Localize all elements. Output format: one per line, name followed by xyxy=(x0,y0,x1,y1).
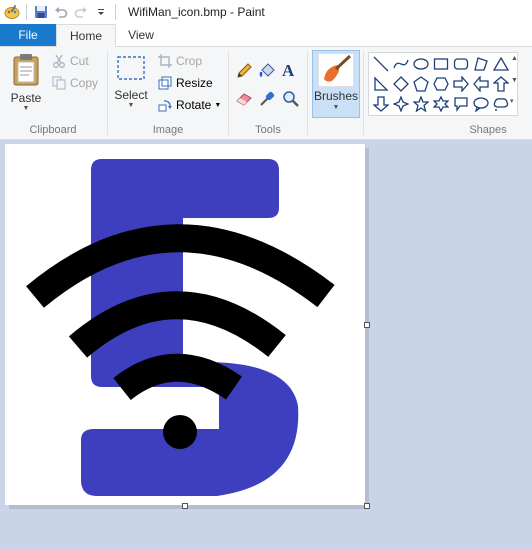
copy-button[interactable]: Copy xyxy=(52,76,98,90)
tab-home[interactable]: Home xyxy=(56,24,116,47)
rounded-callout-shape-icon[interactable] xyxy=(451,94,470,113)
brushes-label: Brushes xyxy=(313,89,359,103)
gallery-expand-icon[interactable]: ▾ xyxy=(510,97,514,105)
redo-icon[interactable] xyxy=(71,2,91,22)
select-label: Select xyxy=(114,88,148,102)
resize-handle-bottom[interactable] xyxy=(182,503,188,509)
ribbon: Paste ▼ Cut Copy Clipboard Select ▼ Crop… xyxy=(0,47,532,140)
gallery-scroll-up-icon[interactable]: ▲ xyxy=(511,55,518,62)
canvas-area[interactable] xyxy=(0,140,532,550)
select-rectangle-icon xyxy=(117,56,145,80)
window-title: WifiMan_icon.bmp - Paint xyxy=(128,5,265,19)
right-arrow-shape-icon[interactable] xyxy=(451,74,470,93)
tab-file[interactable]: File xyxy=(0,24,56,46)
copy-label: Copy xyxy=(70,76,99,90)
group-divider xyxy=(363,51,364,135)
polygon-shape-icon[interactable] xyxy=(471,54,490,73)
line-shape-icon[interactable] xyxy=(371,54,390,73)
cut-label: Cut xyxy=(70,54,89,68)
fill-bucket-icon[interactable] xyxy=(258,62,276,80)
customize-toolbar-icon[interactable] xyxy=(91,2,111,22)
brushes-button[interactable]: Brushes ▼ xyxy=(312,50,360,118)
brush-icon xyxy=(318,53,354,87)
select-button[interactable]: Select ▼ xyxy=(114,55,148,110)
crop-label: Crop xyxy=(176,54,203,68)
four-point-star-shape-icon[interactable] xyxy=(391,94,410,113)
undo-icon[interactable] xyxy=(51,2,71,22)
color-picker-icon[interactable] xyxy=(258,90,276,108)
paste-label: Paste xyxy=(10,91,42,105)
image-group: Select ▼ Crop Resize Rotate ▼ Image xyxy=(108,47,228,139)
rotate-label: Rotate xyxy=(176,98,212,112)
magnifier-icon[interactable] xyxy=(282,90,300,108)
save-icon[interactable] xyxy=(31,2,51,22)
wifi-dot xyxy=(163,415,197,449)
rectangle-shape-icon[interactable] xyxy=(431,54,450,73)
left-arrow-shape-icon[interactable] xyxy=(471,74,490,93)
rotate-icon xyxy=(158,100,172,112)
crop-icon xyxy=(158,54,172,68)
triangle-shape-icon[interactable] xyxy=(491,54,510,73)
shapes-group-label: Shapes xyxy=(469,124,507,136)
toolbar-divider xyxy=(115,4,116,20)
toolbar-divider xyxy=(26,4,27,20)
tab-view[interactable]: View xyxy=(118,24,164,46)
drawing-canvas[interactable] xyxy=(5,144,365,505)
group-divider xyxy=(307,51,308,135)
rounded-rectangle-shape-icon[interactable] xyxy=(451,54,470,73)
chevron-down-icon: ▼ xyxy=(332,104,340,111)
scissors-icon xyxy=(53,54,65,68)
text-tool-icon[interactable]: A xyxy=(282,61,300,81)
crop-button[interactable]: Crop xyxy=(158,54,202,68)
hexagon-shape-icon[interactable] xyxy=(431,74,450,93)
title-bar: WifiMan_icon.bmp - Paint xyxy=(0,0,532,24)
up-arrow-shape-icon[interactable] xyxy=(491,74,510,93)
chevron-down-icon: ▼ xyxy=(22,105,30,112)
gallery-scroll-down-icon[interactable]: ▼ xyxy=(511,77,518,84)
cloud-callout-shape-icon[interactable] xyxy=(491,94,510,113)
down-arrow-shape-icon[interactable] xyxy=(371,94,390,113)
oval-shape-icon[interactable] xyxy=(411,54,430,73)
clipboard-icon xyxy=(13,54,39,86)
wifi-logo-artwork xyxy=(26,159,335,496)
resize-label: Resize xyxy=(176,76,213,90)
eraser-icon[interactable] xyxy=(235,90,253,108)
chevron-down-icon: ▼ xyxy=(214,101,222,109)
paint-app-icon[interactable] xyxy=(2,2,22,22)
rotate-button[interactable]: Rotate ▼ xyxy=(158,98,221,112)
paste-button[interactable]: Paste ▼ xyxy=(6,52,46,113)
image-group-label: Image xyxy=(152,124,184,136)
ribbon-tabs: File Home View xyxy=(0,24,532,47)
shapes-gallery: ▲ ▼ ▾ xyxy=(368,52,518,116)
right-triangle-shape-icon[interactable] xyxy=(371,74,390,93)
diamond-shape-icon[interactable] xyxy=(391,74,410,93)
quick-access-toolbar xyxy=(0,2,120,22)
oval-callout-shape-icon[interactable] xyxy=(471,94,490,113)
resize-icon xyxy=(158,76,172,90)
pencil-icon[interactable] xyxy=(235,62,253,80)
resize-handle-corner[interactable] xyxy=(364,503,370,509)
pentagon-shape-icon[interactable] xyxy=(411,74,430,93)
resize-button[interactable]: Resize xyxy=(158,76,213,90)
chevron-down-icon: ▼ xyxy=(127,102,135,109)
cut-button[interactable]: Cut xyxy=(52,54,89,68)
five-point-star-shape-icon[interactable] xyxy=(411,94,430,113)
clipboard-group-label: Clipboard xyxy=(29,124,77,136)
six-point-star-shape-icon[interactable] xyxy=(431,94,450,113)
copy-icon xyxy=(52,76,66,90)
clipboard-group: Paste ▼ Cut Copy Clipboard xyxy=(0,47,106,139)
resize-handle-right[interactable] xyxy=(364,322,370,328)
curve-shape-icon[interactable] xyxy=(391,54,410,73)
tools-group-label: Tools xyxy=(255,124,281,136)
tools-group: A Tools xyxy=(229,47,307,139)
